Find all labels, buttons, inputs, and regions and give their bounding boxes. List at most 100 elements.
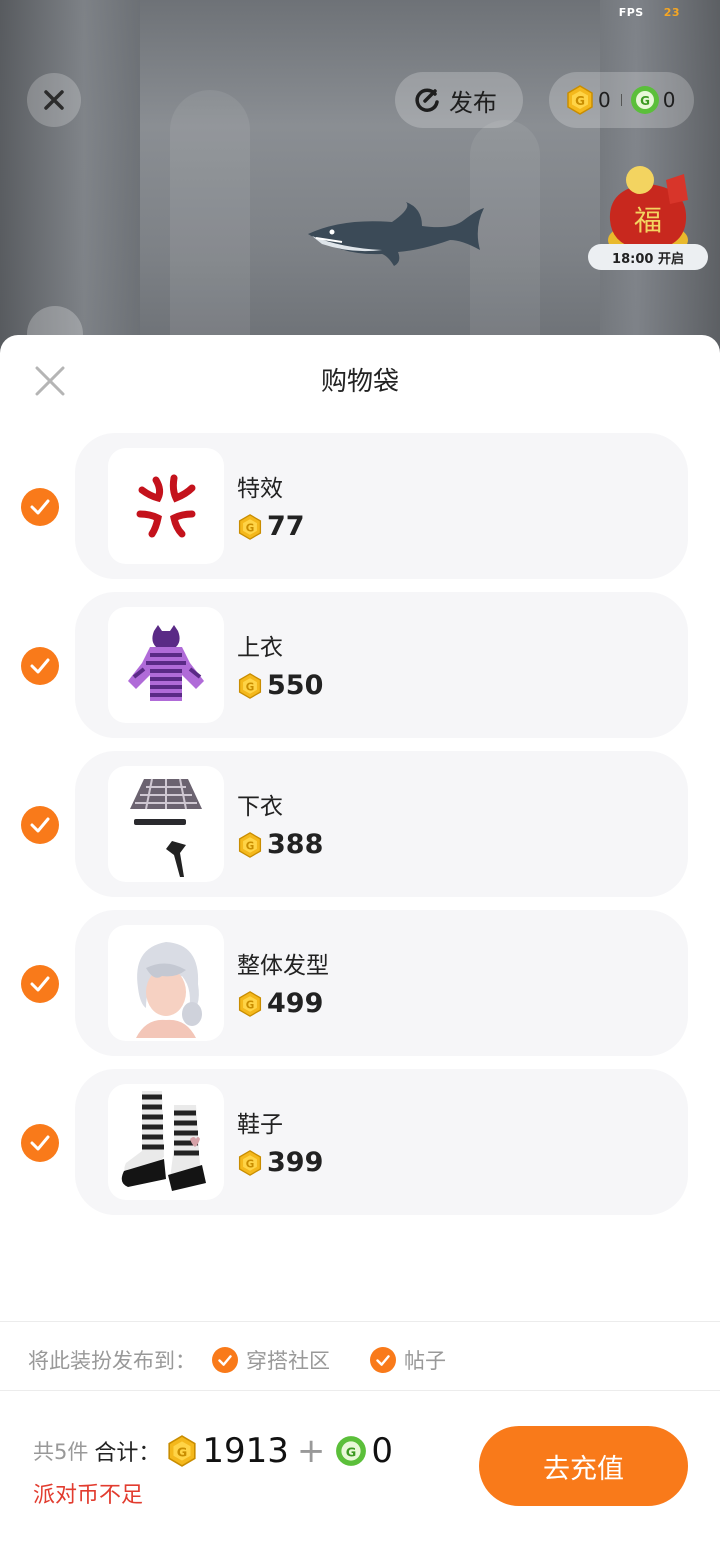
checkout-footer: 共5件 合计： G 1913 + G 0 派对币不足 去充值 [0, 1391, 720, 1544]
recharge-button[interactable]: 去充值 [479, 1426, 688, 1506]
gold-total: 1913 [202, 1431, 289, 1471]
svg-text:G: G [246, 681, 255, 693]
checkmark-icon [30, 1135, 50, 1151]
svg-text:G: G [246, 999, 255, 1011]
gold-coin-count: 0 [598, 88, 611, 112]
item-price: G 388 [237, 829, 323, 860]
option-checkbox[interactable] [370, 1347, 396, 1373]
close-icon [44, 90, 64, 110]
gold-coin-icon: G [567, 85, 593, 115]
item-price: G 77 [237, 511, 305, 542]
price-value: 499 [267, 988, 324, 1019]
order-summary: 共5件 合计： G 1913 + G 0 [33, 1431, 393, 1471]
publish-option-post[interactable]: 帖子 [370, 1345, 446, 1375]
item-thumbnail [108, 607, 224, 723]
item-name: 特效 [237, 476, 283, 502]
item-checkbox[interactable] [21, 965, 59, 1003]
cart-item: 鞋子 G 399 [0, 1069, 720, 1215]
item-card[interactable]: 下衣 G 388 [75, 751, 688, 897]
item-thumbnail [108, 1084, 224, 1200]
checkmark-icon [30, 658, 50, 674]
option-label: 帖子 [404, 1349, 446, 1373]
cart-item: 下衣 G 388 [0, 751, 720, 897]
svg-text:G: G [640, 94, 650, 108]
item-checkbox[interactable] [21, 806, 59, 844]
cart-item: 整体发型 G 499 [0, 910, 720, 1056]
skirt-icon [130, 778, 202, 877]
item-count: 共5件 [33, 1440, 89, 1464]
publish-button[interactable]: 发布 [395, 72, 523, 128]
insufficient-balance-warning: 派对币不足 [33, 1483, 144, 1508]
price-value: 77 [267, 511, 305, 542]
checkmark-icon [30, 976, 50, 992]
svg-text:G: G [246, 1158, 255, 1170]
checkmark-icon [218, 1354, 232, 1366]
fps-value: 23 [663, 6, 680, 19]
gold-coin-icon: G [238, 672, 262, 699]
checkmark-icon [30, 499, 50, 515]
divider [0, 1321, 720, 1322]
gold-coin-icon: G [238, 513, 262, 540]
price-value: 388 [267, 829, 324, 860]
item-checkbox[interactable] [21, 647, 59, 685]
item-thumbnail [108, 448, 224, 564]
checkmark-icon [376, 1354, 390, 1366]
item-thumbnail [108, 766, 224, 882]
item-name: 下衣 [237, 794, 283, 820]
boots-icon [121, 1091, 206, 1191]
item-checkbox[interactable] [21, 488, 59, 526]
gold-coin-icon: G [168, 1435, 196, 1467]
fps-indicator: FPS 23 [619, 6, 680, 19]
currency-balance[interactable]: G 0 G 0 [549, 72, 694, 128]
arch-decor [170, 90, 250, 360]
green-total: 0 [371, 1431, 394, 1471]
item-name: 整体发型 [237, 953, 329, 979]
item-card[interactable]: 鞋子 G 399 [75, 1069, 688, 1215]
plus-sign: + [296, 1431, 326, 1471]
svg-text:福: 福 [634, 204, 662, 237]
total-label: 合计： [94, 1441, 161, 1466]
publish-destination-row: 将此装扮发布到： 穿搭社区 帖子 [28, 1341, 708, 1379]
item-price: G 499 [237, 988, 323, 1019]
price-value: 399 [267, 1147, 324, 1178]
svg-text:G: G [575, 94, 585, 108]
event-timer: 18:00 开启 [588, 244, 708, 270]
svg-text:G: G [346, 1445, 357, 1460]
option-label: 穿搭社区 [246, 1349, 330, 1373]
cart-item: 上衣 G 550 [0, 592, 720, 738]
item-price: G 399 [237, 1147, 323, 1178]
cart-item: 特效 G 77 [0, 433, 720, 579]
green-coin-icon: G [630, 86, 659, 114]
publish-to-label: 将此装扮发布到： [28, 1349, 196, 1373]
green-coin-count: 0 [662, 88, 676, 112]
gold-coin-icon: G [238, 831, 262, 858]
publish-option-community[interactable]: 穿搭社区 [212, 1345, 330, 1375]
svg-text:G: G [246, 522, 255, 534]
item-checkbox[interactable] [21, 1124, 59, 1162]
publish-icon [415, 88, 439, 112]
item-name: 鞋子 [237, 1112, 283, 1138]
shark-pet [308, 202, 484, 266]
item-card[interactable]: 上衣 G 550 [75, 592, 688, 738]
item-card[interactable]: 特效 G 77 [75, 433, 688, 579]
anger-mark-icon [136, 474, 196, 538]
hoodie-icon [128, 625, 204, 701]
green-coin-icon: G [336, 1436, 367, 1466]
gold-coin-icon: G [238, 990, 262, 1017]
option-checkbox[interactable] [212, 1347, 238, 1373]
item-card[interactable]: 整体发型 G 499 [75, 910, 688, 1056]
fps-label: FPS [618, 6, 644, 19]
svg-text:G: G [177, 1445, 188, 1460]
checkmark-icon [30, 817, 50, 833]
item-price: G 550 [237, 670, 323, 701]
divider [620, 94, 622, 106]
shopping-bag-sheet: 购物袋 特效 G 77 上衣 G 550 下衣 G 388 整体发型 G 499… [0, 335, 720, 1544]
gold-coin-icon: G [238, 1149, 262, 1176]
publish-label: 发布 [449, 88, 497, 117]
price-value: 550 [267, 670, 324, 701]
item-name: 上衣 [237, 635, 283, 661]
hairstyle-icon [136, 942, 202, 1038]
item-thumbnail [108, 925, 224, 1041]
sheet-title: 购物袋 [320, 367, 399, 397]
close-scene-button[interactable] [27, 73, 81, 127]
